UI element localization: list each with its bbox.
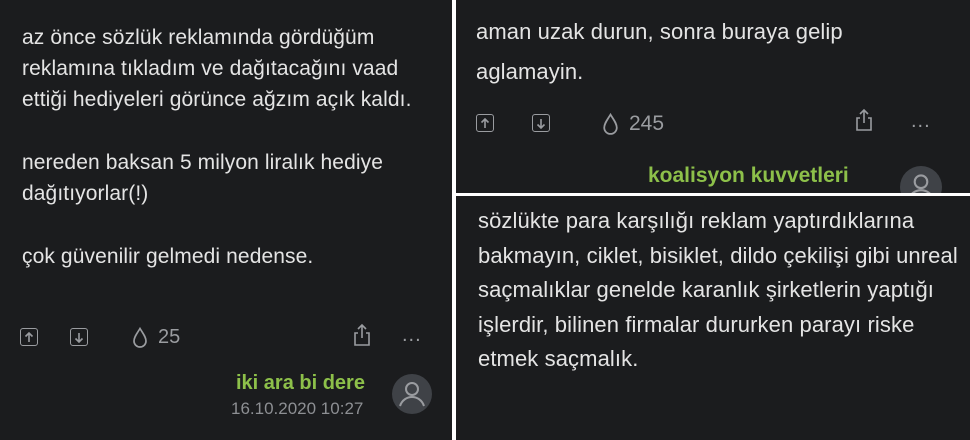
avatar-icon[interactable] <box>900 166 942 193</box>
favorite-count: 245 <box>629 112 665 135</box>
entry-card-top-right: aman uzak durun, sonra buraya gelip agla… <box>456 0 970 193</box>
downvote-icon[interactable] <box>70 328 88 346</box>
author-name[interactable]: iki ara bi dere <box>236 372 365 395</box>
entry-actions <box>20 328 88 346</box>
entry-text: aman uzak durun, sonra buraya gelip agla… <box>476 19 843 84</box>
entry-date[interactable]: 16.10.2020 10:27 <box>231 399 363 419</box>
more-icon[interactable]: ... <box>402 324 422 347</box>
entry-card-bottom-right: sözlükte para karşılığı reklam yaptırdık… <box>456 196 970 440</box>
more-icon[interactable]: ... <box>911 110 931 133</box>
entry-paragraph: nereden baksan 5 milyon liralık hediye d… <box>22 151 384 205</box>
entry-actions <box>476 114 550 132</box>
upvote-icon[interactable] <box>476 114 494 132</box>
downvote-icon[interactable] <box>532 114 550 132</box>
entry-text: az önce sözlük reklamında gördüğüm rekla… <box>22 22 442 272</box>
drop-icon <box>133 326 147 348</box>
entry-card-left: az önce sözlük reklamında gördüğüm rekla… <box>0 0 452 440</box>
author-name[interactable]: koalisyon kuvvetleri <box>648 164 849 188</box>
favorite-count: 25 <box>158 326 181 348</box>
favorite-button[interactable]: 245 <box>602 112 664 136</box>
entry-text: sözlükte para karşılığı reklam yaptırdık… <box>478 208 958 371</box>
share-icon[interactable] <box>352 323 372 352</box>
share-icon[interactable] <box>854 108 874 137</box>
avatar-icon[interactable] <box>392 374 432 414</box>
drop-icon <box>603 112 618 135</box>
upvote-icon[interactable] <box>20 328 38 346</box>
entry-paragraph: çok güvenilir gelmedi nedense. <box>22 245 314 268</box>
favorite-button[interactable]: 25 <box>132 326 180 349</box>
entry-paragraph: az önce sözlük reklamında gördüğüm rekla… <box>22 26 412 111</box>
